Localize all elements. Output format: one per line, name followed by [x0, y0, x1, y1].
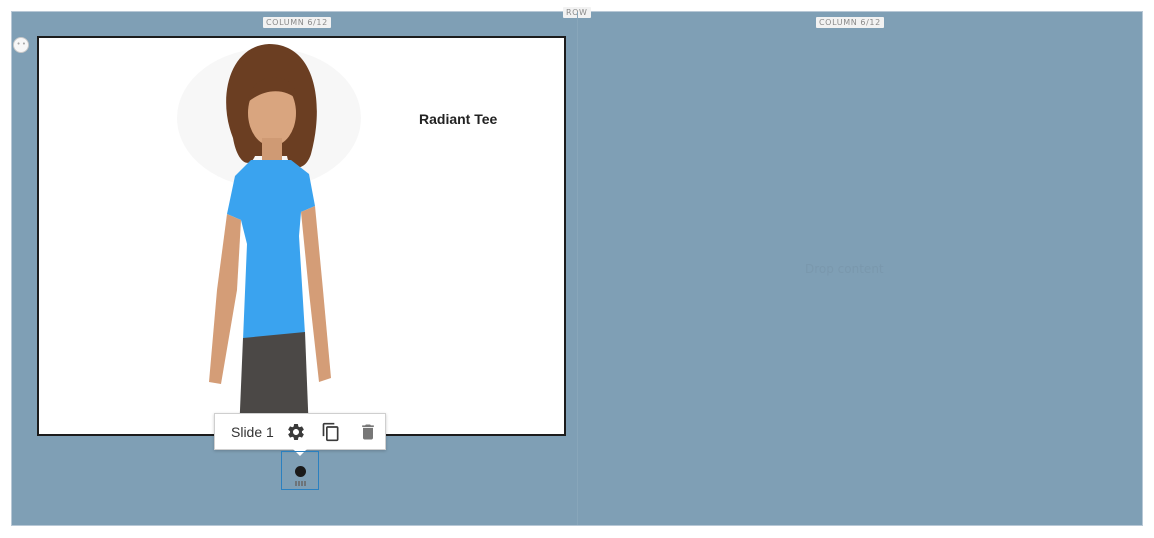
empty-column-placeholder: Drop content	[805, 262, 884, 276]
slide-navigation[interactable]	[281, 451, 319, 490]
copy-icon[interactable]	[321, 422, 341, 442]
slider-slide[interactable]: Radiant Tee	[37, 36, 566, 436]
product-image	[177, 44, 361, 434]
column-divider[interactable]	[577, 12, 578, 525]
column-1-label: COLUMN 6/12	[263, 17, 331, 28]
active-slide-dot[interactable]	[295, 466, 306, 477]
column-2-label: COLUMN 6/12	[816, 17, 884, 28]
move-handle-icon[interactable]: • •	[13, 37, 29, 53]
trash-icon[interactable]	[358, 422, 378, 442]
slide-options-toolbar: Slide 1	[214, 413, 386, 450]
drag-grip-icon[interactable]	[295, 481, 306, 486]
slide-label: Slide 1	[231, 424, 274, 440]
gear-icon[interactable]	[286, 422, 306, 442]
slide-title: Radiant Tee	[419, 111, 498, 127]
